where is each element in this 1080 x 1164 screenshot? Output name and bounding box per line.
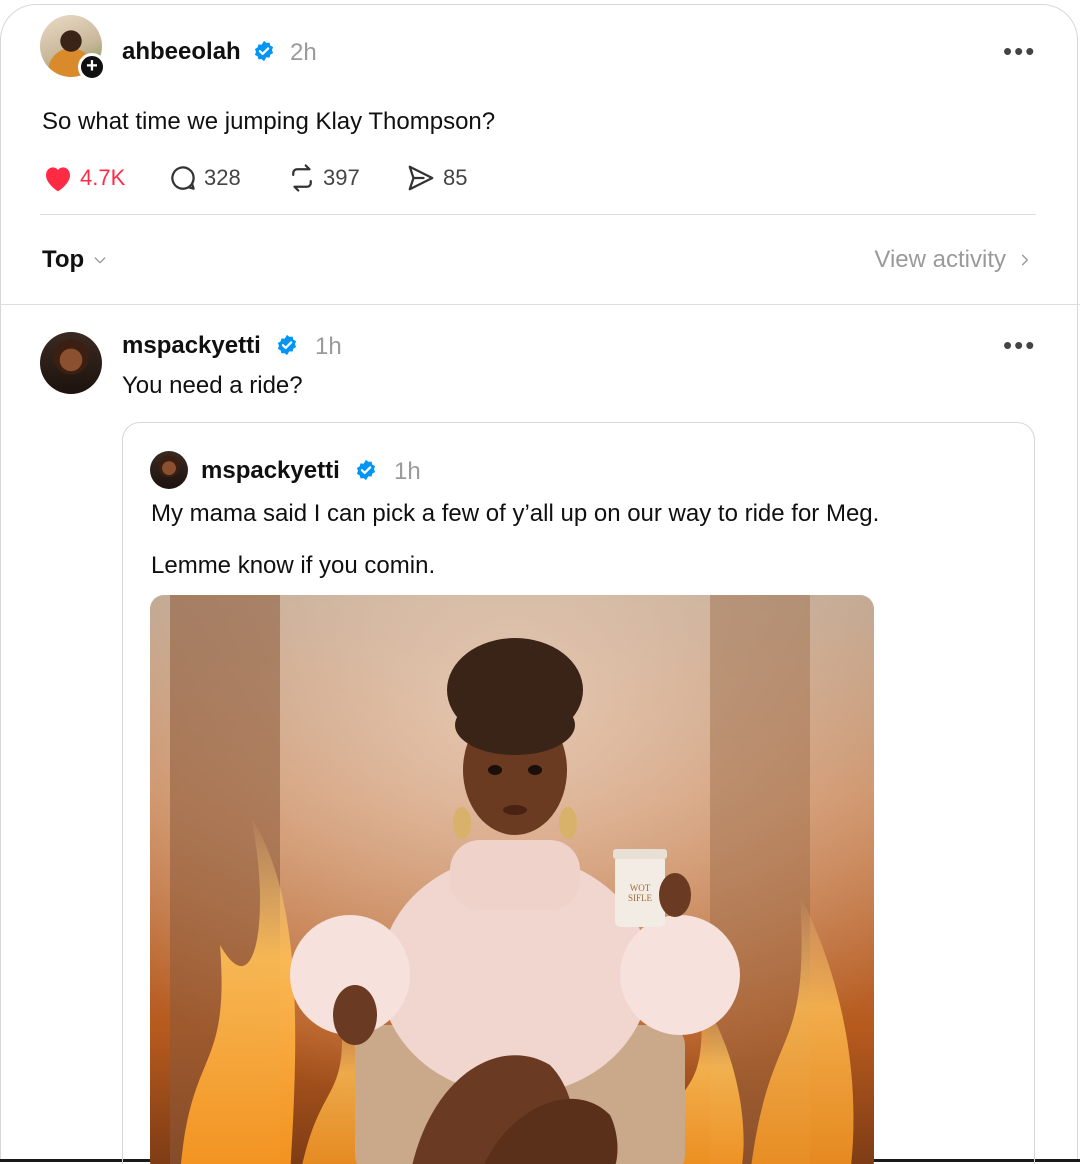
- comment-button[interactable]: 328: [168, 160, 241, 196]
- chevron-right-icon: [1021, 254, 1029, 266]
- reply-avatar[interactable]: [40, 332, 102, 394]
- view-activity-link[interactable]: View activity: [874, 246, 1032, 274]
- main-post-time: 2h: [290, 39, 317, 66]
- quoted-image[interactable]: WOT SIFLE: [150, 595, 874, 1164]
- more-icon[interactable]: •••: [1003, 38, 1036, 64]
- comment-count: 328: [204, 165, 241, 190]
- reply-text: You need a ride?: [122, 372, 303, 399]
- more-icon[interactable]: •••: [1003, 332, 1036, 358]
- quoted-avatar[interactable]: [150, 451, 188, 489]
- repost-button[interactable]: 397: [287, 160, 360, 196]
- main-post-username[interactable]: ahbeeolah: [122, 38, 241, 66]
- verified-icon: [277, 334, 297, 356]
- view-activity-label: View activity: [874, 246, 1006, 273]
- section-divider: [0, 304, 1080, 305]
- quoted-username[interactable]: mspackyetti: [201, 457, 340, 485]
- repost-icon: [292, 164, 312, 192]
- divider: [40, 214, 1036, 215]
- verified-icon: [356, 459, 376, 481]
- quoted-text-line1: My mama said I can pick a few of y’all u…: [151, 500, 880, 527]
- verified-icon: [254, 40, 274, 62]
- follow-plus-icon[interactable]: +: [78, 53, 106, 81]
- svg-text:SIFLE: SIFLE: [628, 893, 653, 903]
- heart-icon: [46, 167, 70, 192]
- like-button[interactable]: 4.7K: [42, 160, 125, 196]
- share-count: 85: [443, 165, 468, 190]
- reply-time: 1h: [315, 333, 342, 360]
- chevron-down-icon: [94, 257, 106, 264]
- main-post-text: So what time we jumping Klay Thompson?: [42, 108, 496, 135]
- comment-icon: [171, 166, 195, 190]
- doll-illustration: WOT SIFLE: [150, 595, 874, 1164]
- like-count: 4.7K: [80, 165, 126, 190]
- cup-label: WOT: [630, 883, 651, 893]
- share-icon: [408, 165, 434, 191]
- repost-count: 397: [323, 165, 360, 190]
- quoted-text-line2: Lemme know if you comin.: [151, 552, 436, 579]
- share-button[interactable]: 85: [405, 160, 467, 196]
- sort-label: Top: [42, 246, 85, 273]
- reply-username[interactable]: mspackyetti: [122, 332, 261, 360]
- quoted-time: 1h: [394, 458, 421, 485]
- sort-dropdown[interactable]: Top: [42, 246, 108, 274]
